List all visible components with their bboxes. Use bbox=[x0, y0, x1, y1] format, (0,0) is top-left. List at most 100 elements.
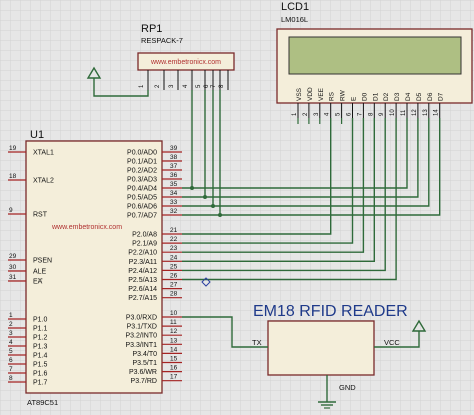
lcd-pin-number: 10 bbox=[390, 109, 396, 116]
u1-pin-label: P2.0/A8 bbox=[132, 232, 157, 239]
u1-pin-label: P0.4/AD4 bbox=[127, 186, 157, 193]
u1-pin-number: 11 bbox=[170, 319, 177, 326]
u1-pin-label: P2.7/A15 bbox=[128, 295, 157, 302]
lcd-pin-label: VEE bbox=[318, 87, 325, 101]
rfid-title: EM18 RFID READER bbox=[253, 303, 408, 320]
rp1-watermark: www.embetronicx.com bbox=[150, 59, 221, 66]
u1-watermark: www.embetronicx.com bbox=[51, 224, 122, 231]
u1-pin-number: 2 bbox=[9, 321, 13, 328]
lcd-pin-label: VSS bbox=[296, 87, 303, 101]
rp1-ref: RP1 bbox=[141, 23, 162, 35]
u1-pin-label: P1.6 bbox=[33, 371, 48, 378]
u1-pin-number: 38 bbox=[170, 154, 178, 161]
lcd-pin-label: RW bbox=[340, 89, 347, 101]
u1-pin-label: P3.7/RD bbox=[131, 378, 157, 385]
u1-pin-number: 23 bbox=[170, 245, 178, 252]
u1-pin-number: 37 bbox=[170, 163, 178, 170]
u1-pin-number: 10 bbox=[170, 310, 178, 317]
lcd-pin-label: D1 bbox=[372, 92, 379, 101]
u1-pin-number: 3 bbox=[9, 330, 13, 337]
u1-pin-label: P0.2/AD2 bbox=[127, 168, 157, 175]
u1-pin-number: 21 bbox=[170, 227, 178, 234]
u1-pin-label: P1.1 bbox=[33, 326, 48, 333]
u1-pin-number: 18 bbox=[9, 173, 17, 180]
u1-pin-number: 16 bbox=[170, 365, 178, 372]
u1-pin-label: P1.2 bbox=[33, 335, 48, 342]
lcd-pin-label: E bbox=[351, 96, 358, 101]
u1-pin-label: ALE bbox=[33, 269, 47, 276]
u1-pin-number: 15 bbox=[170, 356, 178, 363]
lcd-pin-label: D2 bbox=[383, 92, 390, 101]
lcd-pin-label: D6 bbox=[427, 92, 434, 101]
lcd-screen bbox=[288, 36, 462, 75]
u1-pin-label: XTAL1 bbox=[33, 150, 54, 157]
u1-pin-number: 1 bbox=[9, 312, 13, 319]
u1-pin-number: 5 bbox=[9, 348, 13, 355]
u1-pin-label: RST bbox=[33, 212, 48, 219]
u1-pin-label: P3.4/T0 bbox=[132, 351, 157, 358]
u1-part: AT89C51 bbox=[27, 398, 58, 407]
junction-dot bbox=[211, 204, 215, 208]
lcd-pin-number: 12 bbox=[412, 109, 418, 116]
u1-pin-number: 27 bbox=[170, 282, 178, 289]
lcd-pin-label: D3 bbox=[394, 92, 401, 101]
u1-pin-number: 33 bbox=[170, 199, 178, 206]
u1-pin-label: P3.5/T1 bbox=[132, 360, 157, 367]
lcd-pin-label: D4 bbox=[405, 92, 412, 101]
u1-pin-label: P2.5/A13 bbox=[128, 277, 157, 284]
u1-pin-number: 32 bbox=[170, 208, 178, 215]
u1-pin-label: P0.3/AD3 bbox=[127, 177, 157, 184]
u1-pin-number: 19 bbox=[9, 145, 17, 152]
junction-dot bbox=[218, 213, 222, 217]
u1-pin-label: P3.1/TXD bbox=[127, 324, 157, 331]
lcd-pin-number: 13 bbox=[423, 109, 429, 116]
rfid-body bbox=[267, 320, 375, 376]
u1-pin-label: P2.4/A12 bbox=[128, 268, 157, 275]
u1-pin-number: 34 bbox=[170, 190, 178, 197]
u1-pin-number: 30 bbox=[9, 264, 17, 271]
u1-pin-number: 17 bbox=[170, 374, 178, 381]
u1-pin-label: P2.2/A10 bbox=[128, 250, 157, 257]
u1-pin-label: P2.6/A14 bbox=[128, 286, 157, 293]
u1-component[interactable]: U1 www.embetronicx.com AT89C51 19XTAL118… bbox=[8, 129, 182, 407]
u1-pin-label: XTAL2 bbox=[33, 178, 54, 185]
lcd-pin-label: D0 bbox=[361, 92, 368, 101]
u1-pin-number: 6 bbox=[9, 357, 13, 364]
rfid-vcc-label: VCC bbox=[384, 338, 400, 347]
u1-pin-number: 24 bbox=[170, 254, 178, 261]
lcd-pin-label: D5 bbox=[416, 92, 423, 101]
u1-pin-number: 36 bbox=[170, 172, 178, 179]
u1-pin-label: PSEN bbox=[33, 258, 52, 265]
lcd-pin-number: 14 bbox=[434, 109, 440, 116]
u1-pin-label: P3.0/RXD bbox=[126, 315, 157, 322]
u1-pin-label: P1.3 bbox=[33, 344, 48, 351]
u1-pin-label: P0.5/AD5 bbox=[127, 195, 157, 202]
lcd-pin-number: 11 bbox=[401, 109, 407, 116]
rp1-value: RESPACK-7 bbox=[141, 36, 183, 45]
lcd-pin-label: RS bbox=[329, 91, 336, 101]
u1-pin-number: 13 bbox=[170, 337, 178, 344]
schematic: RP1 RESPACK-7 www.embetronicx.com 123456… bbox=[0, 0, 474, 415]
lcd-pin-label: D7 bbox=[438, 92, 445, 101]
u1-pin-number: 26 bbox=[170, 273, 178, 280]
u1-pin-label: P0.6/AD6 bbox=[127, 204, 157, 211]
u1-pin-number: 31 bbox=[9, 274, 17, 281]
u1-pin-number: 28 bbox=[170, 291, 178, 298]
u1-pin-number: 14 bbox=[170, 346, 178, 353]
u1-pin-label: P1.7 bbox=[33, 380, 48, 387]
u1-pin-label: P2.1/A9 bbox=[132, 241, 157, 248]
junction-dot bbox=[190, 186, 194, 190]
u1-pin-number: 39 bbox=[170, 145, 178, 152]
schematic-canvas: RP1 RESPACK-7 www.embetronicx.com 123456… bbox=[0, 0, 474, 415]
u1-pin-label: P0.7/AD7 bbox=[127, 213, 157, 220]
u1-pin-label: EA bbox=[33, 279, 43, 286]
u1-pin-label: P0.1/AD1 bbox=[127, 159, 157, 166]
u1-pin-number: 25 bbox=[170, 263, 178, 270]
u1-pin-number: 8 bbox=[9, 375, 13, 382]
u1-pin-number: 12 bbox=[170, 328, 178, 335]
junction-dot bbox=[203, 195, 207, 199]
rfid-gnd-label: GND bbox=[339, 383, 356, 392]
lcd-pin-label: VDD bbox=[307, 87, 314, 101]
u1-pin-number: 7 bbox=[9, 366, 13, 373]
lcd-value: LM016L bbox=[281, 15, 308, 24]
